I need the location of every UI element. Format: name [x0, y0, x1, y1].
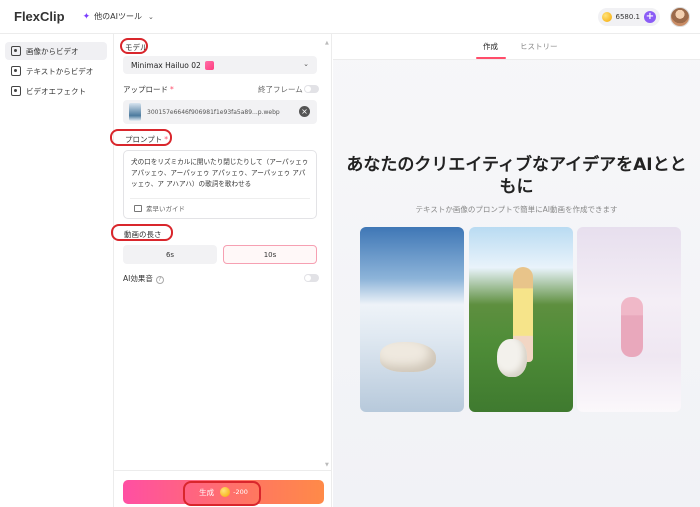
preview-area: 作成 ヒストリー あなたのクリエイティブなアイデアをAIとともに テキストか画像… — [333, 34, 700, 507]
highlight-model — [120, 38, 148, 54]
coin-icon — [601, 12, 612, 22]
active-tab-indicator — [476, 57, 506, 59]
ai-sound-toggle[interactable] — [304, 274, 319, 282]
scroll-up-arrow[interactable]: ▲ — [325, 40, 329, 46]
duration-6s[interactable]: 6s — [123, 245, 217, 264]
polar-bear-shape — [380, 342, 436, 372]
chevron-down-icon: ⌄ — [147, 12, 154, 21]
logo-text: FlexClip — [14, 9, 65, 24]
credits-value: 6580.1 — [615, 13, 641, 21]
sparkle-icon: ✦ — [82, 11, 91, 22]
other-ai-tools-menu[interactable]: ✦ 他のAIツール ⌄ — [83, 11, 154, 22]
sidebar-item-label: ビデオエフェクト — [26, 86, 86, 96]
chevron-down-icon: ⌄ — [303, 60, 309, 68]
tools-menu-label: 他のAIツール — [94, 12, 142, 21]
sidebar-item-image-to-video[interactable]: 画像からビデオ — [5, 42, 107, 60]
panel-footer-divider — [114, 470, 332, 471]
end-frame-toggle[interactable] — [304, 85, 319, 93]
file-thumbnail — [129, 103, 141, 121]
upload-label: アップロード * — [123, 85, 174, 94]
credits-badge[interactable]: 6580.1 + — [597, 8, 660, 26]
astronaut-shape — [621, 297, 643, 357]
user-avatar[interactable] — [670, 7, 690, 27]
model-select[interactable]: Minimax Hailuo 02 ⌄ — [123, 56, 317, 74]
hero-subline: テキストか画像のプロンプトで簡単にAI動画を作成できます — [415, 205, 618, 214]
quick-guide-label: 素早いガイド — [146, 205, 185, 213]
tab-create[interactable]: 作成 — [483, 41, 498, 52]
highlight-prompt — [110, 129, 172, 146]
model-badge-icon — [204, 60, 214, 70]
model-value: Minimax Hailuo 02 — [131, 60, 201, 70]
sidebar-item-text-to-video[interactable]: テキストからビデオ — [5, 62, 107, 80]
effects-icon — [11, 86, 21, 96]
hero-headline: あなたのクリエイティブなアイデアをAIとともに — [346, 155, 687, 197]
prompt-textarea[interactable]: 犬の口をリズミカルに開いたり閉じたりして（アーパッェゥ アパッェゥ、アーパッェゥ… — [123, 150, 317, 219]
example-card-astronaut[interactable] — [577, 227, 681, 412]
end-frame-label: 終了フレーム — [258, 85, 303, 94]
highlight-duration — [111, 224, 173, 241]
prompt-text: 犬の口をリズミカルに開いたり閉じたりして（アーパッェゥ アパッェゥ、アーパッェゥ… — [131, 158, 309, 188]
sidebar: 画像からビデオ テキストからビデオ ビデオエフェクト — [0, 34, 114, 507]
image-video-icon — [11, 46, 21, 56]
tab-history[interactable]: ヒストリー — [520, 41, 558, 52]
file-name: 300157e6646f906981f1e93fa5a89...p.webp — [147, 108, 280, 116]
sidebar-item-label: テキストからビデオ — [26, 66, 94, 76]
ai-sound-label: AI効果音? — [123, 273, 164, 284]
info-icon: ? — [155, 276, 164, 284]
example-card-girl-sheep[interactable] — [469, 227, 573, 412]
sidebar-item-label: 画像からビデオ — [26, 46, 79, 56]
top-bar: FlexClip ✦ 他のAIツール ⌄ 6580.1 + — [0, 0, 700, 34]
remove-file-button[interactable]: × — [299, 106, 310, 117]
settings-panel: モデル Minimax Hailuo 02 ⌄ アップロード * 終了フレーム 3… — [110, 34, 332, 507]
uploaded-file[interactable]: 300157e6646f906981f1e93fa5a89...p.webp × — [123, 100, 317, 124]
sheep-shape — [497, 339, 527, 377]
scroll-down-arrow[interactable]: ▼ — [325, 462, 329, 468]
flexclip-logo[interactable]: FlexClip — [14, 9, 65, 24]
sidebar-item-video-effects[interactable]: ビデオエフェクト — [5, 82, 107, 100]
add-credits-button[interactable]: + — [644, 11, 656, 23]
quick-guide-link[interactable]: 素早いガイド — [134, 203, 185, 213]
highlight-generate — [183, 481, 261, 506]
divider — [130, 198, 310, 199]
book-icon — [134, 204, 142, 212]
text-video-icon — [11, 66, 21, 76]
example-card-polar-bear[interactable] — [360, 227, 464, 412]
duration-10s[interactable]: 10s — [223, 245, 317, 264]
tab-bar: 作成 ヒストリー — [333, 34, 700, 60]
